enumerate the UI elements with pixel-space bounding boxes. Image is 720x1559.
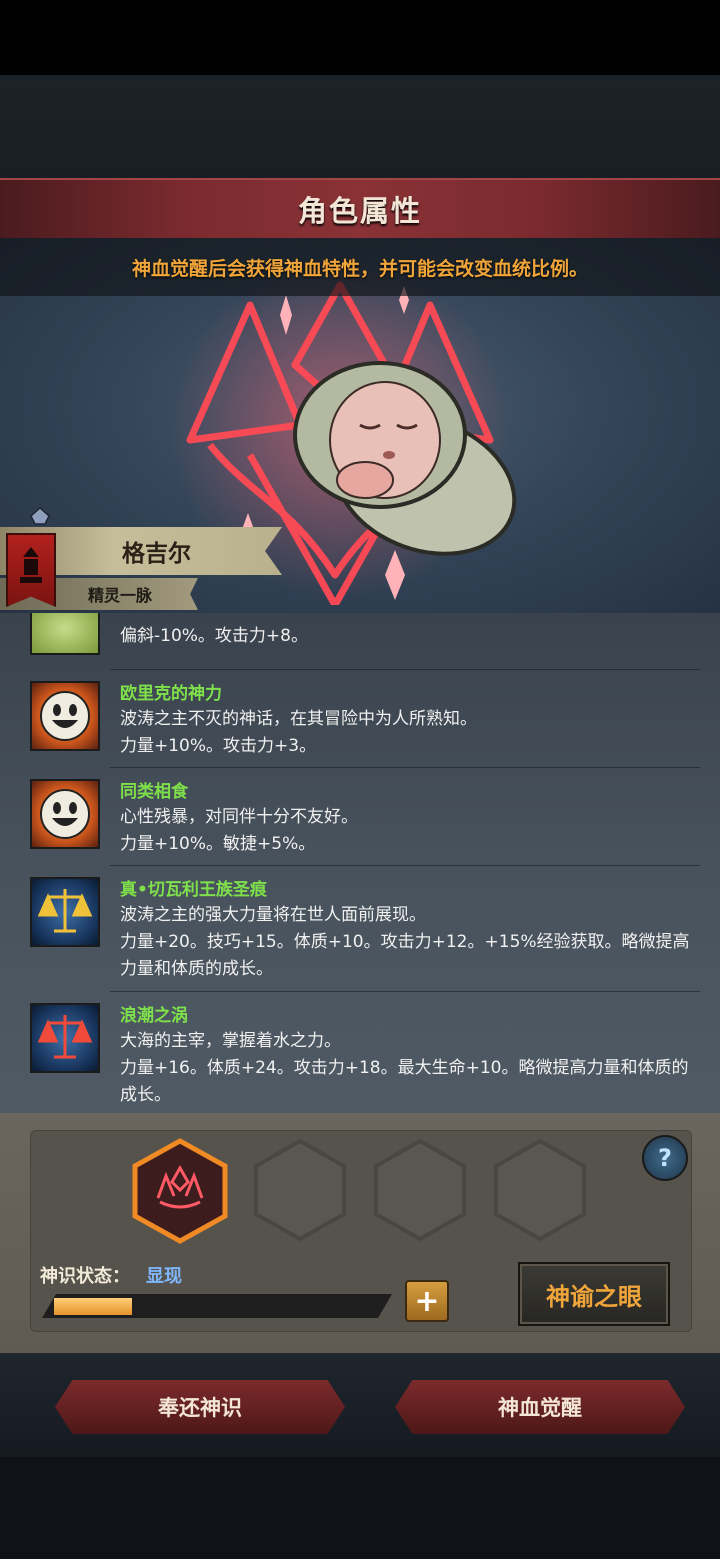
status-label: 神识状态： — [40, 1266, 130, 1287]
smiling-face-icon — [30, 681, 100, 751]
awaken-button[interactable]: 神血觉醒 — [395, 1380, 685, 1434]
help-icon[interactable]: ? — [642, 1135, 688, 1181]
divider — [110, 865, 700, 866]
trait-name: 浪潮之涡 — [120, 1006, 188, 1026]
status-value: 显现 — [146, 1266, 182, 1287]
divine-slot-empty[interactable] — [492, 1138, 588, 1242]
divider — [110, 767, 700, 768]
divider — [110, 991, 700, 992]
rank-icon — [30, 507, 50, 525]
trait-desc: 偏斜-10%。攻击力+8。 — [120, 626, 308, 646]
return-divine-label: 奉还神识 — [158, 1396, 242, 1420]
gold-scales-icon — [30, 877, 100, 947]
divider — [110, 669, 700, 670]
divine-slot-empty[interactable] — [252, 1138, 348, 1242]
trait-name: 同类相食 — [120, 782, 188, 802]
trait-desc: 大海的主宰，掌握着水之力。 力量+16。体质+24。攻击力+18。最大生命+10… — [120, 1031, 689, 1105]
divine-slot-empty[interactable] — [372, 1138, 468, 1242]
trait-list[interactable]: 偏斜-10%。攻击力+8。 欧里克的神力 波涛之主不灭的神话，在其冒险中为人所熟… — [0, 613, 720, 1113]
lineage-label: 精灵一脉 — [88, 586, 153, 605]
trait-name: 欧里克的神力 — [120, 684, 222, 704]
oracle-eye-label: 神谕之眼 — [546, 1282, 642, 1311]
title-bar: 角色属性 — [0, 178, 720, 240]
divine-progress-fill — [54, 1298, 132, 1315]
return-divine-button[interactable]: 奉还神识 — [55, 1380, 345, 1434]
smiling-face-icon — [30, 779, 100, 849]
add-button[interactable]: + — [405, 1280, 449, 1322]
swaddled-baby-portrait — [293, 361, 517, 556]
awaken-label: 神血觉醒 — [498, 1396, 582, 1420]
divine-slot-active[interactable] — [130, 1138, 230, 1244]
trait-desc: 波涛之主的强大力量将在世人面前展现。 力量+20。技巧+15。体质+10。攻击力… — [120, 905, 690, 979]
trait-desc: 波涛之主不灭的神话，在其冒险中为人所熟知。 力量+10%。攻击力+3。 — [120, 709, 477, 756]
red-scales-icon — [30, 1003, 100, 1073]
notice-banner: 神血觉醒后会获得神血特性，并可能会改变血统比例。 — [0, 238, 720, 296]
character-name: 格吉尔 — [122, 541, 191, 567]
trait-desc: 心性残暴，对同伴十分不友好。 力量+10%。敏捷+5%。 — [120, 807, 358, 854]
green-face-icon — [30, 613, 100, 655]
page-title: 角色属性 — [297, 194, 422, 228]
clan-banner-icon — [6, 533, 56, 607]
oracle-eye-button[interactable]: 神谕之眼 — [518, 1262, 670, 1326]
status-bar — [0, 0, 720, 75]
footer — [0, 1457, 720, 1559]
trait-name: 真•切瓦利王族圣痕 — [120, 880, 267, 900]
notice-text: 神血觉醒后会获得神血特性，并可能会改变血统比例。 — [131, 257, 588, 280]
